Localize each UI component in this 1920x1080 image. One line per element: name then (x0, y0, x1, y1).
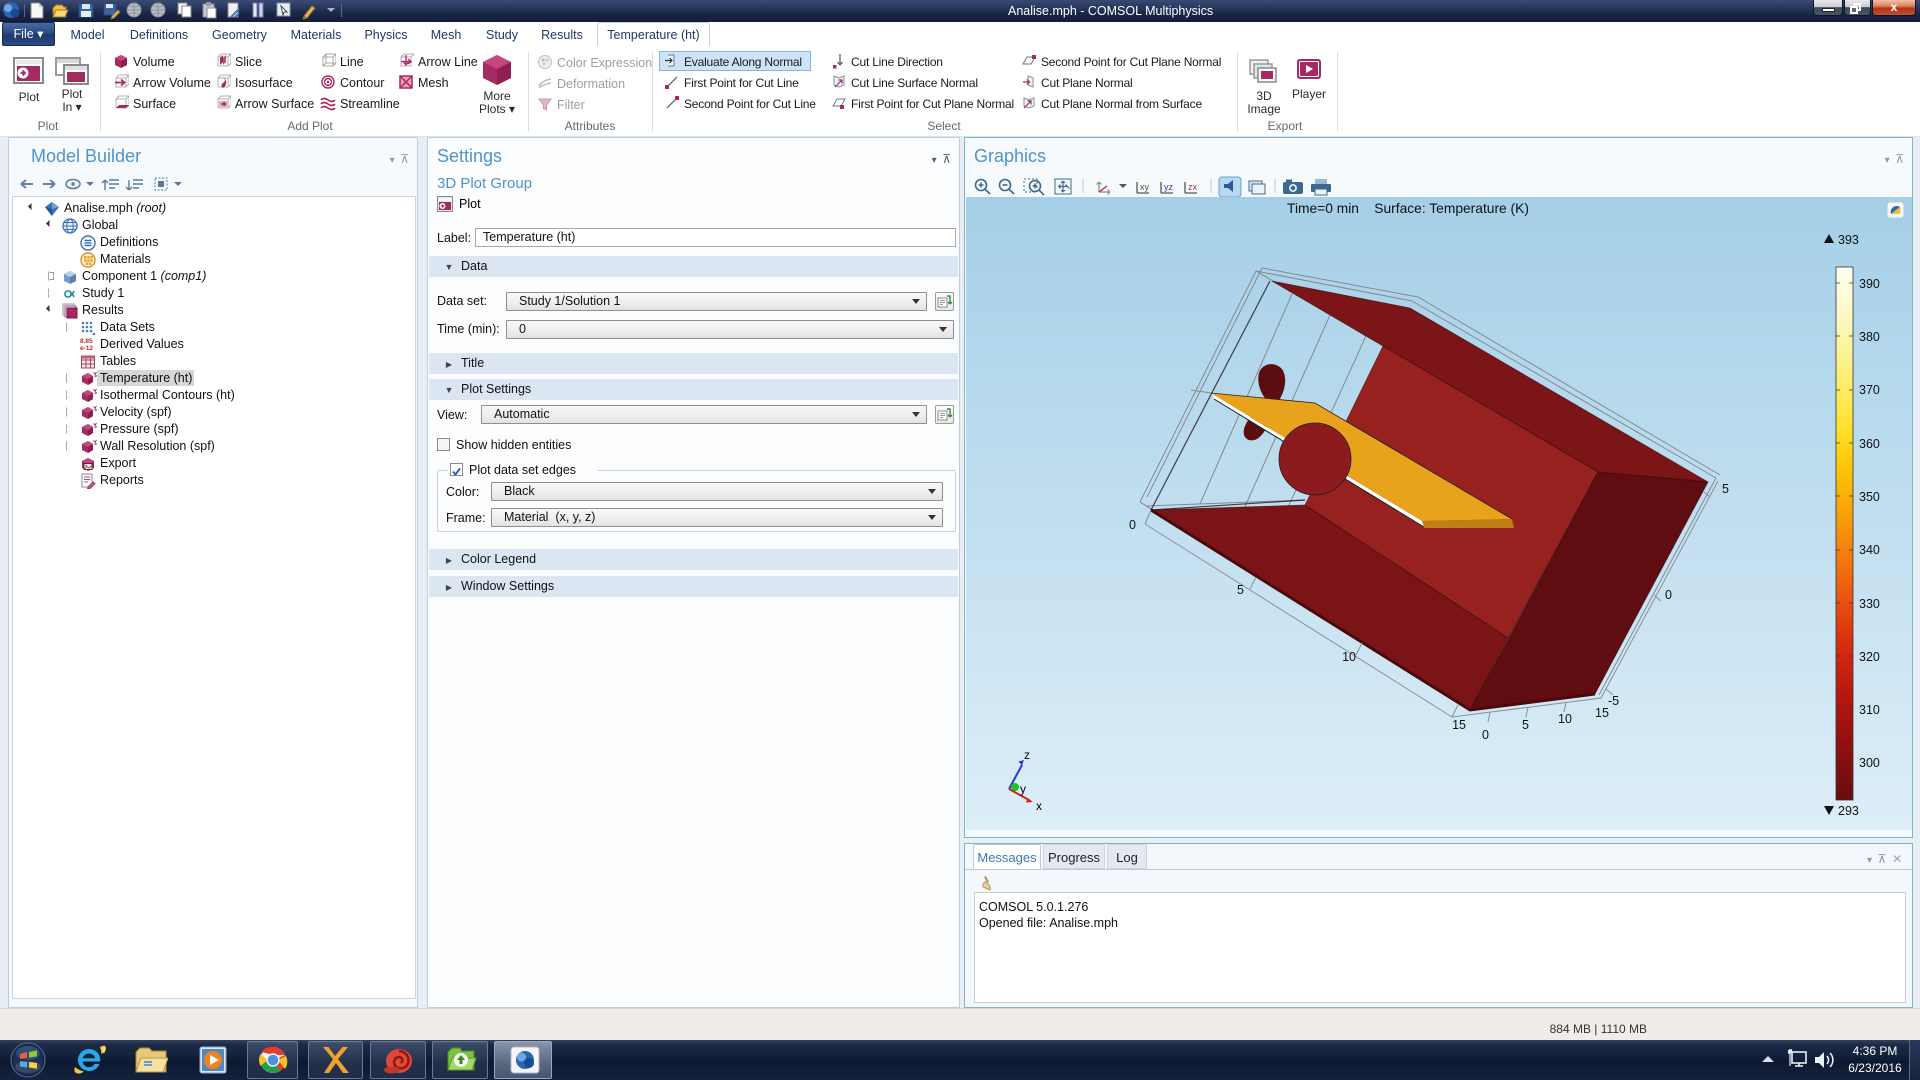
svg-text:320: 320 (1859, 650, 1880, 664)
svg-text:10: 10 (1342, 650, 1356, 664)
svg-text:330: 330 (1859, 597, 1880, 611)
svg-text:y: y (1020, 782, 1026, 796)
svg-text:xy: xy (1140, 182, 1150, 192)
svg-text:393: 393 (1838, 233, 1859, 247)
svg-text:293: 293 (1838, 804, 1859, 818)
svg-text:0: 0 (1665, 588, 1672, 602)
svg-text:360: 360 (1859, 437, 1880, 451)
svg-text:5: 5 (1237, 583, 1244, 597)
svg-text:15: 15 (1595, 706, 1609, 720)
svg-text:5: 5 (1722, 482, 1729, 496)
svg-text:yz: yz (1164, 182, 1174, 192)
svg-text:300: 300 (1859, 756, 1880, 770)
svg-text:350: 350 (1859, 490, 1880, 504)
svg-text:z: z (1024, 748, 1030, 762)
svg-text:-5: -5 (1608, 694, 1619, 708)
svg-text:380: 380 (1859, 330, 1880, 344)
svg-text:x: x (1036, 799, 1042, 813)
svg-text:zx: zx (1188, 182, 1198, 192)
svg-text:370: 370 (1859, 383, 1880, 397)
svg-text:310: 310 (1859, 703, 1880, 717)
svg-text:Time=0 min Surface: Tempera: Time=0 min Surface: Temperature (K) (1287, 201, 1529, 216)
svg-text:390: 390 (1859, 277, 1880, 291)
svg-text:0: 0 (1129, 518, 1136, 532)
svg-text:15: 15 (1452, 718, 1466, 732)
svg-text:10: 10 (1558, 712, 1572, 726)
svg-text:0: 0 (1482, 728, 1489, 742)
svg-text:340: 340 (1859, 543, 1880, 557)
svg-text:5: 5 (1522, 718, 1529, 732)
